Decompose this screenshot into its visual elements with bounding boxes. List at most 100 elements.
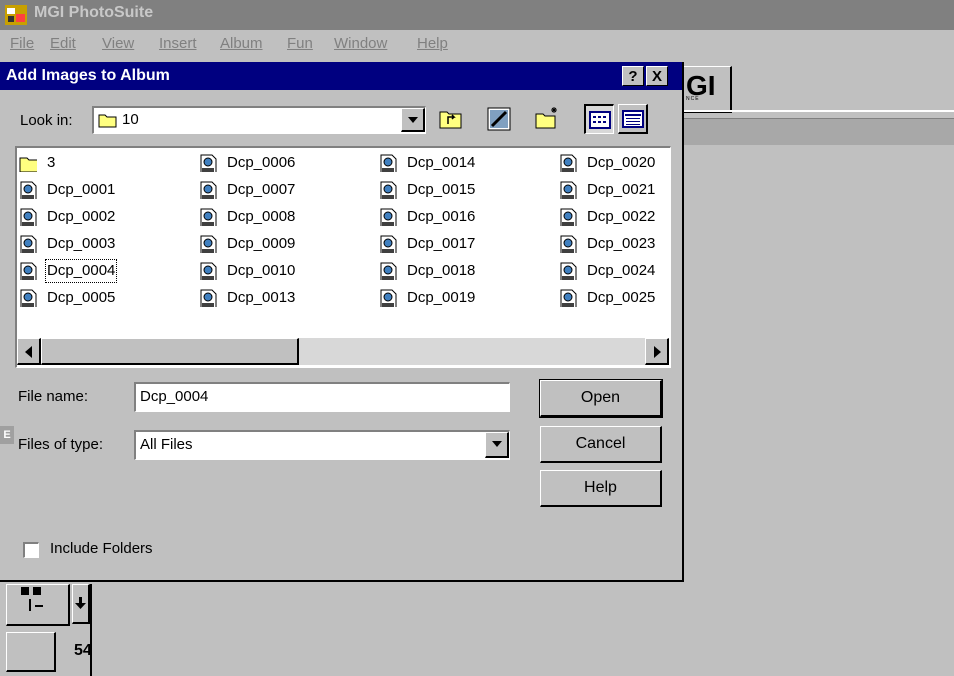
new-folder-icon [535, 107, 557, 129]
file-list-item-label: Dcp_0010 [227, 262, 296, 279]
file-list-item-label: Dcp_0006 [227, 154, 296, 171]
menu-insert[interactable]: Insert [159, 35, 197, 52]
up-one-level-button[interactable] [436, 104, 466, 134]
scroll-right-button[interactable] [645, 338, 669, 365]
folder-icon [19, 157, 37, 172]
look-in-combo[interactable]: 10 [92, 106, 426, 134]
file-type-combo[interactable]: All Files [134, 430, 510, 460]
file-type-dropdown-arrow[interactable] [485, 432, 509, 458]
app-title: MGI PhotoSuite [34, 4, 154, 21]
folder-open-icon [98, 114, 117, 128]
page-thumbnail-button[interactable] [6, 632, 56, 672]
album-header-strip [684, 118, 954, 145]
panel-divider [90, 584, 92, 676]
file-list-item-label: Dcp_0007 [227, 181, 296, 198]
image-file-icon [380, 181, 397, 199]
list-view-icon [589, 111, 611, 129]
menu-album[interactable]: Album [220, 35, 263, 52]
photosuite-app-icon[interactable] [4, 4, 28, 26]
image-file-icon [20, 235, 37, 253]
file-name-label: File name: [18, 388, 89, 405]
file-name-input[interactable]: Dcp_0004 [134, 382, 510, 412]
image-file-icon [560, 289, 577, 307]
image-file-icon [380, 262, 397, 280]
add-images-dialog: Add Images to Album ? X Look in: 10 3 Dc… [0, 62, 684, 582]
help-button[interactable]: Help [540, 470, 662, 507]
dialog-title-bar[interactable]: Add Images to Album ? X [0, 62, 682, 90]
file-list[interactable]: 3 Dcp_0001 Dcp_0002 Dcp_0003 Dcp_0004 Dcp_000… [15, 146, 671, 368]
file-list-item-label: Dcp_0023 [587, 235, 656, 252]
image-file-icon [200, 289, 217, 307]
menu-file[interactable]: File [10, 35, 34, 52]
menu-fun[interactable]: Fun [287, 35, 313, 52]
list-view-button[interactable] [584, 104, 614, 134]
file-list-item-label: Dcp_0002 [47, 208, 116, 225]
tool-icon [21, 587, 43, 611]
file-list-item-label: Dcp_0013 [227, 289, 296, 306]
file-list-item-label: Dcp_0003 [47, 235, 116, 252]
look-in-value: 10 [122, 111, 139, 128]
scroll-left-button[interactable] [17, 338, 41, 365]
image-file-icon [20, 208, 37, 226]
file-list-item-label: Dcp_0001 [47, 181, 116, 198]
cancel-button[interactable]: Cancel [540, 426, 662, 463]
image-file-icon [200, 235, 217, 253]
dialog-title: Add Images to Album [6, 67, 170, 84]
arrow-left-icon [25, 346, 32, 358]
file-list-item-label: Dcp_0024 [587, 262, 656, 279]
new-folder-button[interactable] [532, 104, 562, 134]
look-in-dropdown-arrow[interactable] [401, 108, 425, 132]
image-file-icon [380, 289, 397, 307]
file-list-item-label: Dcp_0018 [407, 262, 476, 279]
file-list-item-label: Dcp_0016 [407, 208, 476, 225]
image-file-icon [560, 262, 577, 280]
file-list-item-label: Dcp_0005 [47, 289, 116, 306]
image-file-icon [560, 181, 577, 199]
app-title-bar: MGI PhotoSuite [0, 0, 954, 30]
file-list-item-label: Dcp_0021 [587, 181, 656, 198]
file-list-item-label: Dcp_0004 [44, 259, 118, 283]
image-file-icon [560, 154, 577, 172]
file-type-label: Files of type: [18, 436, 104, 453]
menu-window[interactable]: Window [334, 35, 387, 52]
include-folders-checkbox[interactable] [23, 542, 39, 558]
menu-bar: File Edit View Insert Album Fun Window H… [0, 30, 954, 62]
help-title-button[interactable]: ? [622, 66, 644, 86]
image-file-icon [380, 235, 397, 253]
file-type-value: All Files [140, 436, 193, 453]
file-list-item-label: Dcp_0008 [227, 208, 296, 225]
tool-button[interactable] [6, 584, 70, 626]
image-file-icon [380, 154, 397, 172]
mgi-logo-subtext: NCE [686, 96, 700, 102]
file-list-item-label: Dcp_0025 [587, 289, 656, 306]
open-button[interactable]: Open [539, 379, 663, 418]
image-file-icon [20, 181, 37, 199]
menu-edit[interactable]: Edit [50, 35, 76, 52]
file-list-item-label: Dcp_0022 [587, 208, 656, 225]
file-list-item-label: Dcp_0015 [407, 181, 476, 198]
scrollbar-thumb[interactable] [41, 338, 299, 365]
close-button[interactable]: X [646, 66, 668, 86]
image-file-icon [380, 208, 397, 226]
horizontal-scrollbar[interactable] [17, 338, 669, 365]
image-file-icon [200, 262, 217, 280]
page-number: 54 [74, 642, 92, 659]
preview-button[interactable] [484, 104, 514, 134]
include-folders-label[interactable]: Include Folders [50, 540, 153, 557]
file-list-item-label: Dcp_0020 [587, 154, 656, 171]
file-list-item-label: Dcp_0019 [407, 289, 476, 306]
details-view-button[interactable] [618, 104, 648, 134]
details-view-icon [622, 110, 644, 128]
look-in-label: Look in: [20, 112, 73, 129]
menu-view[interactable]: View [102, 35, 134, 52]
menu-help[interactable]: Help [417, 35, 448, 52]
file-name-value: Dcp_0004 [140, 388, 209, 405]
file-list-item-label: Dcp_0017 [407, 235, 476, 252]
arrow-down-icon [75, 597, 86, 609]
toolbar-divider [684, 110, 954, 112]
scroll-down-button[interactable] [72, 584, 90, 624]
image-file-icon [200, 154, 217, 172]
image-file-icon [200, 181, 217, 199]
edge-tab: E [0, 426, 14, 444]
image-file-icon [200, 208, 217, 226]
